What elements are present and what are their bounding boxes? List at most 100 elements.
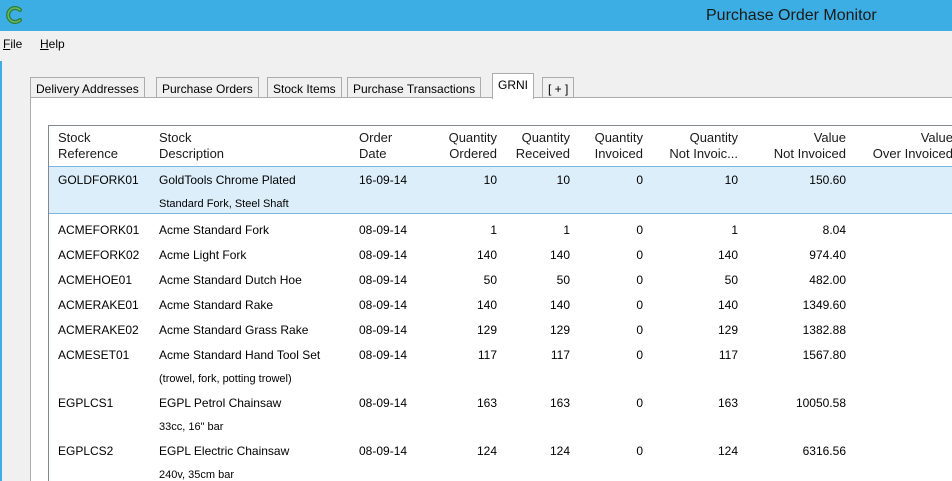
- header-line-1: Order: [359, 130, 393, 145]
- header-line-2: Received: [515, 146, 570, 161]
- tab-purchase-orders[interactable]: Purchase Orders: [156, 77, 259, 98]
- stock-description-cell: EGPL Electric Chainsaw: [159, 444, 290, 458]
- value-not-invoiced-cell: 1567.80: [802, 348, 846, 362]
- grid-header: Stock Reference Stock Description Order Date Q…: [49, 126, 952, 164]
- stock-reference-cell: ACMESET01: [58, 348, 130, 362]
- quantity-received-cell: 140: [549, 248, 570, 262]
- value-not-invoiced-cell: 1382.88: [802, 323, 846, 337]
- quantity-ordered-cell: 129: [476, 323, 497, 337]
- quantity-not-invoiced-cell: 140: [717, 298, 738, 312]
- tab-grni[interactable]: GRNI: [492, 73, 534, 99]
- value-not-invoiced-cell: 150.60: [809, 173, 846, 187]
- quantity-invoiced-cell: 0: [636, 173, 643, 187]
- quantity-not-invoiced-cell: 124: [717, 444, 738, 458]
- order-date-cell: 08-09-14: [359, 223, 408, 237]
- table-row[interactable]: ACMEFORK02 Acme Light Fork 08-09-14 140 140 0…: [49, 248, 952, 270]
- quantity-received-cell: 140: [549, 298, 570, 312]
- stock-description-cell: Acme Standard Dutch Hoe: [159, 273, 302, 287]
- table-row[interactable]: EGPLCS1 EGPL Petrol Chainsaw 08-09-14 163 16…: [49, 396, 952, 441]
- quantity-received-cell: 10: [556, 173, 570, 187]
- quantity-invoiced-cell: 0: [636, 223, 643, 237]
- table-row[interactable]: ACMERAKE02 Acme Standard Grass Rake 08-09-…: [49, 323, 952, 345]
- header-line-1: Quantity: [689, 130, 738, 145]
- stock-reference-cell: ACMEHOE01: [58, 273, 133, 287]
- table-row[interactable]: ACMEFORK01 Acme Standard Fork 08-09-14 1 1 0 1…: [49, 223, 952, 245]
- header-line-1: Quantity: [521, 130, 570, 145]
- tab-delivery-addresses[interactable]: Delivery Addresses: [30, 77, 145, 98]
- quantity-received-cell: 1: [563, 223, 570, 237]
- col-value-over-invoiced-header[interactable]: Value Over Invoiced: [849, 130, 952, 162]
- header-line-2: Description: [159, 146, 225, 161]
- quantity-ordered-cell: 124: [476, 444, 497, 458]
- order-date-cell: 16-09-14: [359, 173, 408, 187]
- quantity-not-invoiced-cell: 1: [731, 223, 738, 237]
- value-not-invoiced-cell: 8.04: [822, 223, 846, 237]
- menu-help-accel: H: [40, 37, 49, 51]
- col-stock-description-header[interactable]: Stock Description: [159, 130, 354, 162]
- stock-reference-cell: GOLDFORK01: [58, 173, 139, 187]
- value-not-invoiced-cell: 6316.56: [802, 444, 846, 458]
- stock-reference-cell: EGPLCS1: [58, 396, 114, 410]
- tab-stock-items[interactable]: Stock Items: [267, 77, 342, 98]
- quantity-ordered-cell: 163: [476, 396, 497, 410]
- grni-grid[interactable]: Stock Reference Stock Description Order Date Q…: [48, 125, 952, 481]
- table-row[interactable]: ACMERAKE01 Acme Standard Rake 08-09-14 140 1…: [49, 298, 952, 320]
- quantity-not-invoiced-cell: 163: [717, 396, 738, 410]
- table-row[interactable]: GOLDFORK01 GoldTools Chrome Plated 16-09-1…: [49, 166, 952, 214]
- menu-help-label: elp: [48, 37, 65, 51]
- col-order-date-header[interactable]: Order Date: [359, 130, 419, 162]
- tab-purchase-transactions[interactable]: Purchase Transactions: [347, 77, 482, 98]
- col-quantity-ordered-header[interactable]: Quantity Ordered: [421, 130, 497, 162]
- quantity-invoiced-cell: 0: [636, 248, 643, 262]
- order-date-cell: 08-09-14: [359, 396, 408, 410]
- header-line-2: Not Invoic...: [669, 146, 738, 161]
- col-stock-reference-header[interactable]: Stock Reference: [58, 130, 158, 162]
- order-date-cell: 08-09-14: [359, 248, 408, 262]
- header-line-1: Value: [813, 130, 846, 145]
- header-line-2: Date: [359, 146, 387, 161]
- stock-reference-cell: ACMERAKE02: [58, 323, 139, 337]
- menu-file[interactable]: File: [3, 37, 22, 51]
- col-quantity-received-header[interactable]: Quantity Received: [501, 130, 570, 162]
- header-line-1: Value: [920, 130, 952, 145]
- tab-add[interactable]: [ + ]: [542, 77, 575, 98]
- title-bar: Purchase Order Monitor: [0, 0, 952, 31]
- order-date-cell: 08-09-14: [359, 298, 408, 312]
- header-line-2: Invoiced: [594, 146, 643, 161]
- quantity-received-cell: 117: [550, 348, 570, 362]
- col-quantity-invoiced-header[interactable]: Quantity Invoiced: [574, 130, 643, 162]
- quantity-invoiced-cell: 0: [636, 298, 643, 312]
- header-line-2: Not Invoiced: [773, 146, 846, 161]
- stock-description-cell: Acme Standard Fork: [159, 223, 270, 237]
- header-line-2: Ordered: [449, 146, 497, 161]
- header-line-1: Quantity: [448, 130, 497, 145]
- quantity-received-cell: 50: [556, 273, 570, 287]
- order-date-cell: 08-09-14: [359, 323, 408, 337]
- col-quantity-not-invoiced-header[interactable]: Quantity Not Invoic...: [647, 130, 738, 162]
- col-value-not-invoiced-header[interactable]: Value Not Invoiced: [741, 130, 846, 162]
- header-line-2: Over Invoiced: [872, 146, 952, 161]
- table-row[interactable]: ACMEHOE01 Acme Standard Dutch Hoe 08-09-14…: [49, 273, 952, 295]
- quantity-invoiced-cell: 0: [636, 444, 643, 458]
- quantity-received-cell: 129: [549, 323, 570, 337]
- quantity-ordered-cell: 10: [483, 173, 497, 187]
- quantity-ordered-cell: 1: [490, 223, 497, 237]
- table-row[interactable]: ACMESET01 Acme Standard Hand Tool Set 08-0…: [49, 348, 952, 393]
- menu-bar: File Help: [0, 31, 952, 61]
- quantity-not-invoiced-cell: 140: [717, 248, 738, 262]
- value-not-invoiced-cell: 482.00: [809, 273, 846, 287]
- stock-description-line2-cell: Standard Fork, Steel Shaft: [159, 198, 289, 210]
- quantity-invoiced-cell: 0: [636, 348, 643, 362]
- stock-reference-cell: ACMEFORK01: [58, 223, 140, 237]
- stock-reference-cell: EGPLCS2: [58, 444, 114, 458]
- stock-reference-cell: ACMERAKE01: [58, 298, 139, 312]
- menu-file-label: ile: [10, 37, 23, 51]
- quantity-received-cell: 124: [549, 444, 570, 458]
- quantity-ordered-cell: 140: [476, 298, 497, 312]
- quantity-not-invoiced-cell: 10: [724, 173, 738, 187]
- header-line-2: Reference: [58, 146, 118, 161]
- menu-help[interactable]: Help: [40, 37, 65, 51]
- table-row[interactable]: EGPLCS2 EGPL Electric Chainsaw 08-09-14 124…: [49, 444, 952, 481]
- stock-reference-cell: ACMEFORK02: [58, 248, 140, 262]
- value-not-invoiced-cell: 1349.60: [802, 298, 846, 312]
